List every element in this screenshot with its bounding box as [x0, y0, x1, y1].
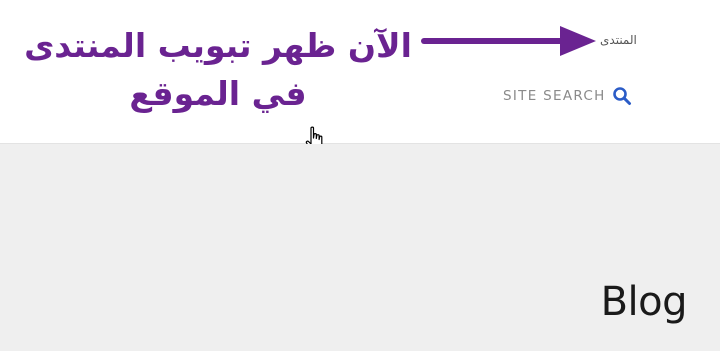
page-title: Blog [600, 278, 688, 325]
nav-item-forum[interactable]: المنتدى [600, 33, 637, 47]
site-header: المنتدى الآن ظهر تبويب المنتدى في الموقع… [0, 0, 720, 144]
annotation-arrow-icon [421, 26, 596, 56]
annotation-line-1: الآن ظهر تبويب المنتدى [24, 26, 412, 65]
search-icon [612, 87, 631, 105]
annotation-text: الآن ظهر تبويب المنتدى في الموقع [18, 22, 418, 118]
annotation-line-2: في الموقع [129, 74, 307, 113]
site-search-button[interactable]: SITE SEARCH [503, 84, 632, 108]
main-content: Blog [0, 144, 720, 351]
site-search-label: SITE SEARCH [503, 88, 606, 104]
